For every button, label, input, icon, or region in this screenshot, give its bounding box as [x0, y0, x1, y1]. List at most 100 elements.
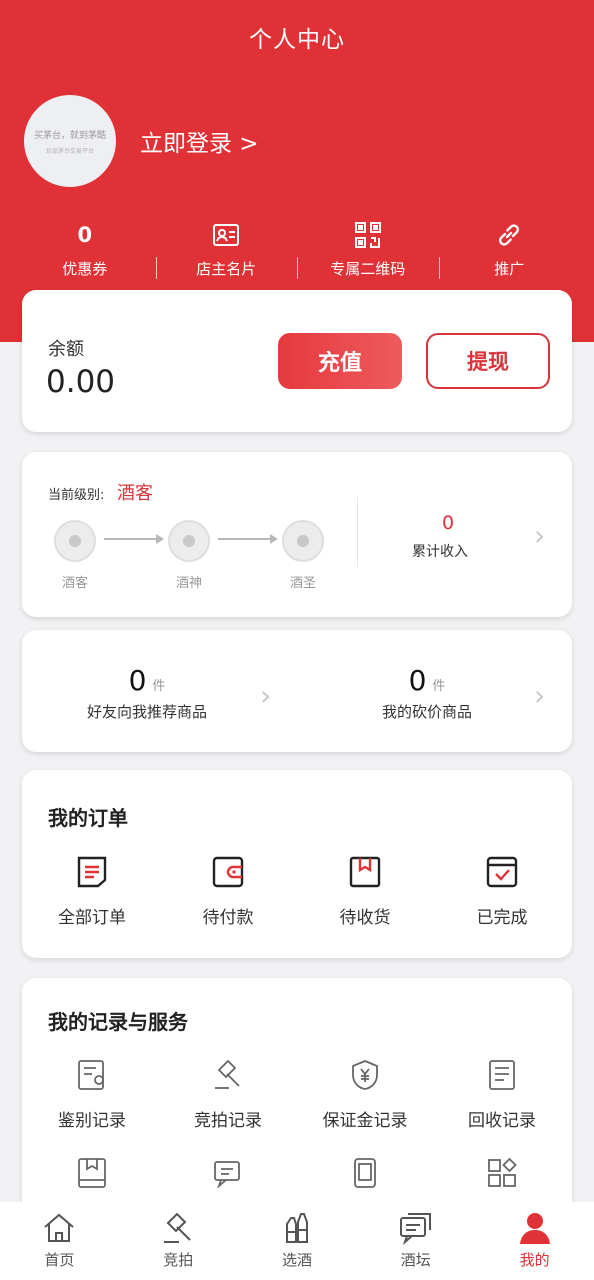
service-item-6[interactable]	[168, 1156, 288, 1194]
tab-select-wine[interactable]: 选酒	[238, 1202, 357, 1280]
stat-label: 专属二维码	[330, 260, 406, 278]
service-item-8[interactable]	[442, 1156, 562, 1194]
chevron-right-icon[interactable]: ›	[534, 682, 545, 710]
hammer-icon	[164, 1212, 191, 1243]
rec-unit: 件	[432, 679, 446, 694]
services-title: 我的记录与服务	[48, 1010, 188, 1034]
page-title: 个人中心	[249, 27, 345, 53]
all-orders-icon	[77, 856, 107, 888]
rec-count: 0	[408, 664, 427, 697]
auction-record-button[interactable]: 竞拍记录	[168, 1058, 288, 1131]
qr-code-icon	[354, 222, 381, 248]
grid-label: 全部订单	[58, 908, 126, 928]
tab-label: 酒坛	[400, 1251, 431, 1269]
grid-label: 鉴别记录	[58, 1111, 126, 1131]
grid-label: 待收货	[339, 908, 391, 928]
rec-label: 好友向我推荐商品	[86, 703, 207, 721]
deposit-record-button[interactable]: 保证金记录	[305, 1058, 425, 1131]
appraisal-icon	[78, 1060, 104, 1090]
stat-business-card[interactable]: 店主名片	[155, 220, 298, 282]
more-apps-icon	[488, 1157, 517, 1187]
level-card: 当前级别: 酒客 酒客 酒神 酒圣 0 累计收入 ›	[22, 452, 572, 617]
package-icon	[349, 856, 381, 888]
all-orders-button[interactable]: 全部订单	[32, 855, 152, 928]
level-badge-icon	[54, 520, 96, 562]
wallet-icon	[212, 856, 244, 888]
bottom-tab-bar: 首页 竞拍 选酒 酒坛 我的	[0, 1202, 594, 1280]
orders-card: 我的订单 全部订单 待付款 待收货 已完成	[22, 770, 572, 958]
grid-label: 回收记录	[468, 1111, 536, 1131]
user-icon	[519, 1213, 550, 1244]
calendar-check-icon	[486, 856, 518, 888]
stat-coupons[interactable]: 0 优惠券	[14, 220, 156, 282]
balance-card: 余额 0.00 充值 提现	[22, 290, 572, 432]
completed-button[interactable]: 已完成	[442, 855, 562, 928]
avatar-subslogan: 珍品茅台交易平台	[45, 147, 94, 155]
stat-promotion[interactable]: 推广	[438, 220, 581, 282]
grid-label: 已完成	[476, 908, 528, 928]
bottles-icon	[285, 1213, 308, 1243]
balance-label: 余额	[48, 339, 84, 360]
tab-label: 选酒	[281, 1251, 312, 1269]
chat-icon	[399, 1213, 431, 1246]
appraisal-record-button[interactable]: 鉴别记录	[32, 1058, 152, 1131]
recycle-record-button[interactable]: 回收记录	[442, 1058, 562, 1131]
message-icon	[214, 1161, 240, 1189]
avatar-slogan: 买茅台，就到茅酷	[33, 130, 106, 141]
level-step-2: 酒神	[165, 520, 213, 591]
level-step-1: 酒客	[51, 520, 99, 591]
withdraw-button[interactable]: 提现	[426, 333, 550, 389]
recommend-card: 0 件 好友向我推荐商品 › 0 件 我的砍价商品 ›	[22, 630, 572, 752]
tab-auction[interactable]: 竞拍	[119, 1202, 238, 1280]
arrow-right-icon	[104, 534, 164, 544]
balance-value: 0.00	[46, 364, 116, 400]
tab-label: 竞拍	[163, 1251, 194, 1269]
tab-label: 首页	[44, 1251, 75, 1269]
stat-label: 店主名片	[196, 260, 257, 278]
stat-qr-code[interactable]: 专属二维码	[297, 220, 439, 282]
level-value: 酒客	[117, 483, 153, 504]
service-item-7[interactable]	[305, 1156, 425, 1194]
rec-count: 0	[128, 664, 147, 697]
tab-label: 我的	[519, 1251, 550, 1269]
business-card-icon	[213, 224, 240, 246]
phone-icon	[354, 1158, 376, 1188]
service-item-5[interactable]	[32, 1156, 152, 1194]
services-card: 我的记录与服务 鉴别记录 竞拍记录 保证金记录 回收记录	[22, 978, 572, 1228]
divider	[357, 497, 358, 567]
friend-recommend-item[interactable]: 0 件 好友向我推荐商品	[22, 664, 272, 722]
login-link[interactable]: 立即登录 >	[140, 124, 259, 158]
pending-receipt-button[interactable]: 待收货	[305, 855, 425, 928]
rec-label: 我的砍价商品	[381, 703, 472, 721]
chevron-right-icon[interactable]: ›	[260, 682, 271, 710]
orders-title: 我的订单	[48, 806, 128, 830]
header-stats: 0 优惠券 店主名片 专属二维码 推广	[14, 220, 580, 282]
avatar[interactable]: 买茅台，就到茅酷 珍品茅台交易平台	[24, 95, 116, 187]
grid-label: 待付款	[202, 908, 254, 928]
coupon-count: 0	[77, 223, 93, 247]
tab-home[interactable]: 首页	[0, 1202, 119, 1280]
stat-label: 优惠券	[62, 260, 108, 278]
level-badge-icon	[168, 520, 210, 562]
bargain-item[interactable]: 0 件 我的砍价商品	[302, 664, 552, 722]
home-icon	[44, 1213, 75, 1242]
income-label[interactable]: 累计收入	[412, 541, 468, 561]
recharge-button[interactable]: 充值	[278, 333, 402, 389]
level-step-3: 酒圣	[279, 520, 327, 591]
pending-payment-button[interactable]: 待付款	[168, 855, 288, 928]
recycle-list-icon	[489, 1060, 515, 1090]
link-icon	[499, 224, 520, 246]
chevron-right-icon[interactable]: ›	[534, 522, 545, 550]
rec-unit: 件	[152, 679, 166, 694]
grid-label: 保证金记录	[322, 1111, 408, 1131]
level-step-label: 酒神	[175, 576, 202, 591]
auction-hammer-icon	[215, 1059, 240, 1089]
tab-mine[interactable]: 我的	[475, 1202, 594, 1280]
grid-label: 竞拍记录	[194, 1111, 262, 1131]
level-badge-icon	[282, 520, 324, 562]
collection-box-icon	[78, 1158, 106, 1188]
income-value: 0	[441, 512, 455, 534]
arrow-right-icon	[218, 534, 278, 544]
tab-forum[interactable]: 酒坛	[356, 1202, 475, 1280]
level-label: 当前级别:	[48, 488, 105, 503]
